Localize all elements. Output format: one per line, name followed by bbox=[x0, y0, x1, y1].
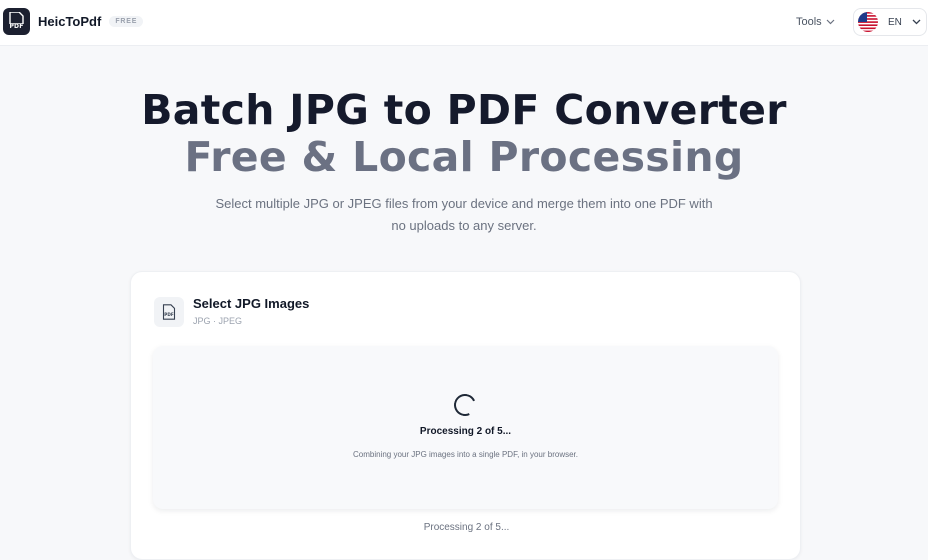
language-selector[interactable]: EN bbox=[853, 8, 927, 36]
chevron-down-icon bbox=[826, 19, 835, 25]
page-title: Batch JPG to PDF Converter bbox=[141, 86, 787, 134]
free-badge: FREE bbox=[109, 16, 144, 27]
us-flag-icon bbox=[858, 12, 878, 32]
language-label: EN bbox=[888, 16, 902, 28]
status-text: Processing 2 of 5... bbox=[423, 522, 510, 533]
page-description: Select multiple JPG or JPEG files from y… bbox=[215, 196, 713, 233]
pdf-file-logo-icon: PDF bbox=[3, 8, 30, 35]
chevron-down-icon bbox=[912, 19, 921, 25]
progress-description: Combining your JPG images into a single … bbox=[353, 450, 578, 459]
pdf-file-icon: PDF bbox=[154, 297, 184, 327]
card-title: Select JPG Images bbox=[193, 296, 310, 311]
supported-formats: JPG · JPEG bbox=[193, 316, 243, 326]
brand-link[interactable]: PDF HeicToPdf FREE bbox=[3, 8, 144, 35]
progress-title: Processing 2 of 5... bbox=[419, 426, 512, 437]
top-navigation-bar: PDF HeicToPdf FREE Tools EN bbox=[0, 0, 928, 46]
loading-spinner-icon bbox=[450, 390, 480, 420]
converter-card: PDF Select JPG Images JPG · JPEG Process… bbox=[130, 271, 801, 560]
page-subtitle: Free & Local Processing bbox=[184, 133, 744, 181]
tools-menu-button[interactable]: Tools bbox=[796, 16, 835, 28]
pdf-icon-label: PDF bbox=[164, 312, 174, 317]
logo-label: PDF bbox=[9, 23, 24, 30]
tools-label: Tools bbox=[796, 16, 822, 28]
file-dropzone[interactable]: Processing 2 of 5... Combining your JPG … bbox=[153, 346, 778, 509]
brand-name: HeicToPdf bbox=[38, 14, 102, 29]
